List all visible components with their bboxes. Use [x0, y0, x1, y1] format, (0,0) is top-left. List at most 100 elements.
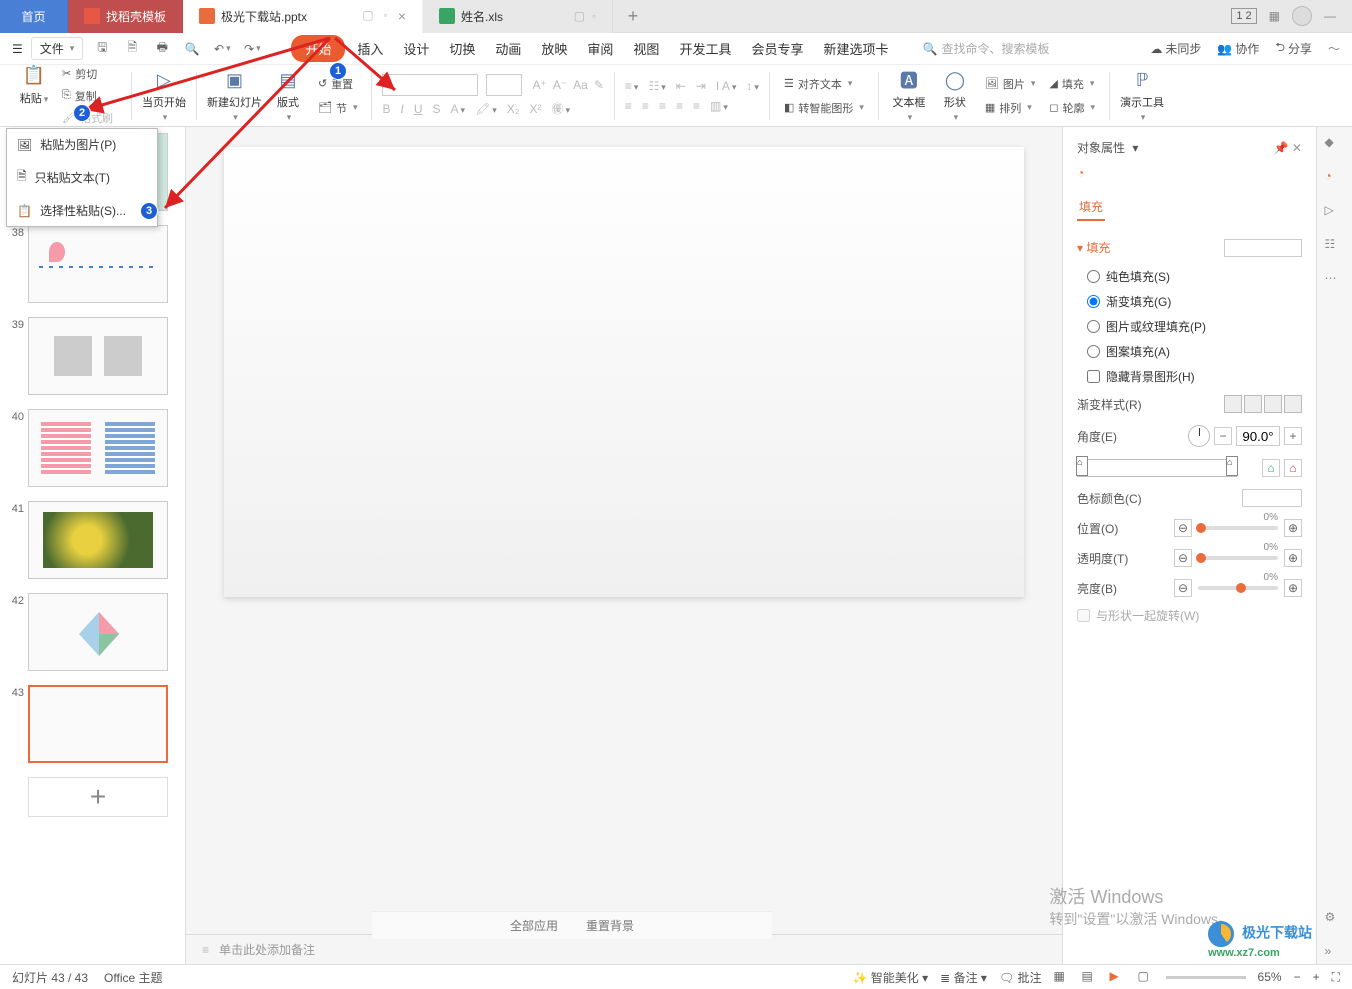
change-case-icon[interactable]: Aa	[573, 78, 588, 92]
notes-toggle[interactable]: ≣ 备注 ▾	[940, 969, 987, 986]
superscript-icon[interactable]: X²	[530, 102, 542, 116]
angle-inc[interactable]: +	[1284, 427, 1302, 445]
smart-beautify[interactable]: ✨ 智能美化 ▾	[853, 969, 929, 986]
shapes-button[interactable]: ◯形状	[935, 68, 975, 123]
fill-pattern[interactable]: 图案填充(A)	[1077, 339, 1302, 364]
zoom-dec[interactable]: −	[1294, 970, 1301, 984]
outline-button[interactable]: ◻ 轮廓	[1045, 98, 1099, 118]
thumb-40[interactable]	[28, 409, 168, 487]
search-command[interactable]: 🔍 查找命令、搜索模板	[922, 40, 1049, 57]
align-right-icon[interactable]: ≡	[659, 99, 666, 113]
thumb-41[interactable]	[28, 501, 168, 579]
ribbon-tab-new[interactable]: 新建选项卡	[815, 35, 896, 62]
indent-dec-icon[interactable]: ⇤	[676, 79, 686, 93]
picture-button[interactable]: 🖼 图片	[981, 74, 1040, 94]
increase-font-icon[interactable]: A⁺	[532, 78, 546, 92]
linespace-icon[interactable]: ↕	[746, 79, 759, 93]
textbox-button[interactable]: 🅰文本框	[889, 68, 929, 123]
tab-template[interactable]: 找稻壳模板	[68, 0, 183, 33]
font-size-select[interactable]	[486, 74, 522, 96]
thumb-43[interactable]	[28, 685, 168, 763]
tab-xls[interactable]: 姓名.xls ▢ ◦	[423, 0, 613, 33]
reset-bg-button[interactable]: 重置背景	[586, 917, 634, 934]
numbering-icon[interactable]: ☷	[648, 79, 665, 93]
sidetab-props[interactable]: ◔	[1325, 169, 1345, 189]
convert-smart-button[interactable]: ◧ 转智能图形	[780, 98, 868, 118]
pos-inc[interactable]: ⊕	[1284, 519, 1302, 537]
ribbon-tab-animation[interactable]: 动画	[487, 35, 529, 62]
fill-button[interactable]: ◢ 填充	[1045, 74, 1099, 94]
apply-all-button[interactable]: 全部应用	[510, 917, 558, 934]
view-sorter-icon[interactable]: ▤	[1082, 969, 1098, 985]
hide-bg[interactable]: 隐藏背景图形(H)	[1077, 364, 1302, 389]
ribbon-tab-review[interactable]: 审阅	[579, 35, 621, 62]
pos-slider[interactable]: 0%	[1198, 526, 1278, 530]
fontcolor-icon[interactable]: A	[451, 102, 466, 116]
highlight-icon[interactable]: 🖍	[475, 102, 497, 116]
minimize-icon[interactable]: —	[1324, 9, 1336, 23]
avatar[interactable]	[1292, 6, 1312, 26]
grid-icon[interactable]: ▦	[1269, 9, 1280, 23]
add-slide-button[interactable]: +	[28, 777, 168, 817]
sidetab-more[interactable]: ⋯	[1325, 271, 1345, 291]
thumb-42[interactable]	[28, 593, 168, 671]
sidetab-res[interactable]: ☷	[1325, 237, 1345, 257]
fill-preview[interactable]	[1224, 239, 1302, 257]
zoom-slider[interactable]	[1166, 976, 1246, 979]
charspace-icon[interactable]: X₂	[507, 102, 520, 116]
fill-category-icon[interactable]: ◔	[1077, 166, 1105, 194]
fit-window-icon[interactable]: ⛶	[1332, 970, 1340, 985]
angle-dec[interactable]: −	[1214, 427, 1232, 445]
new-tab-button[interactable]: +	[613, 6, 653, 27]
align-dist-icon[interactable]: ≡	[693, 99, 700, 113]
strike-icon[interactable]: S	[433, 102, 441, 116]
rotate-with-shape[interactable]: 与形状一起旋转(W)	[1077, 603, 1302, 628]
indent-inc-icon[interactable]: ⇥	[696, 79, 706, 93]
thumb-39[interactable]	[28, 317, 168, 395]
bullets-icon[interactable]: ≡	[625, 79, 639, 93]
share-button[interactable]: ⮌ 分享	[1275, 38, 1312, 59]
align-justify-icon[interactable]: ≡	[676, 99, 683, 113]
notes-handle-icon[interactable]: ≡	[202, 943, 209, 957]
comments-toggle[interactable]: 🗨 批注	[999, 969, 1042, 986]
textdir-icon[interactable]: I A	[716, 79, 737, 93]
angle-dial[interactable]	[1188, 425, 1210, 447]
ribbon-tab-dev[interactable]: 开发工具	[671, 35, 739, 62]
underline-icon[interactable]: U	[414, 102, 423, 116]
columns-icon[interactable]: ▥	[710, 99, 728, 113]
sidetab-style[interactable]: ◆	[1325, 135, 1345, 155]
add-stop[interactable]: ⌂	[1262, 459, 1280, 477]
fill-section[interactable]: ▾ 填充	[1077, 231, 1302, 264]
view-normal-icon[interactable]: ▦	[1054, 969, 1070, 985]
angle-input[interactable]	[1236, 426, 1280, 446]
unsync-button[interactable]: ☁ 未同步	[1150, 38, 1201, 59]
fill-solid[interactable]: 纯色填充(S)	[1077, 264, 1302, 289]
ribbon-tab-transition[interactable]: 切换	[441, 35, 483, 62]
stopcolor-picker[interactable]	[1242, 489, 1302, 507]
wavy-icon[interactable]: ㊝	[552, 100, 571, 117]
pos-dec[interactable]: ⊖	[1174, 519, 1192, 537]
ribbon-tab-view[interactable]: 视图	[625, 35, 667, 62]
sidetab-collapse[interactable]: »	[1325, 944, 1345, 964]
align-center-icon[interactable]: ≡	[642, 99, 649, 113]
del-stop[interactable]: ⌂	[1284, 459, 1302, 477]
ribbon-tab-slideshow[interactable]: 放映	[533, 35, 575, 62]
grad-style-swatches[interactable]	[1224, 395, 1302, 413]
clear-format-icon[interactable]: ✎	[594, 78, 604, 92]
zoom-inc[interactable]: +	[1313, 970, 1320, 984]
paste-button[interactable]: 📋 粘贴	[14, 64, 54, 128]
close-icon[interactable]: ×	[398, 8, 406, 24]
coop-button[interactable]: 👥 协作	[1217, 38, 1259, 59]
fill-gradient[interactable]: 渐变填充(G)	[1077, 289, 1302, 314]
view-reading-icon[interactable]: ▶	[1110, 969, 1126, 985]
gradient-slider[interactable]: ⌂ ⌂	[1077, 459, 1237, 477]
sidetab-settings[interactable]: ⚙	[1325, 910, 1345, 930]
align-text-button[interactable]: ☰ 对齐文本	[780, 74, 868, 94]
fill-picture[interactable]: 图片或纹理填充(P)	[1077, 314, 1302, 339]
sidetab-anim[interactable]: ▷	[1325, 203, 1345, 223]
present-tools[interactable]: ℙ演示工具	[1120, 68, 1164, 123]
present-mini-icon[interactable]: ▢	[362, 8, 373, 24]
tab-home[interactable]: 首页	[0, 0, 68, 33]
hamburger-icon[interactable]: ☰	[12, 42, 23, 56]
window-layout-1[interactable]: 1 2	[1231, 8, 1256, 24]
